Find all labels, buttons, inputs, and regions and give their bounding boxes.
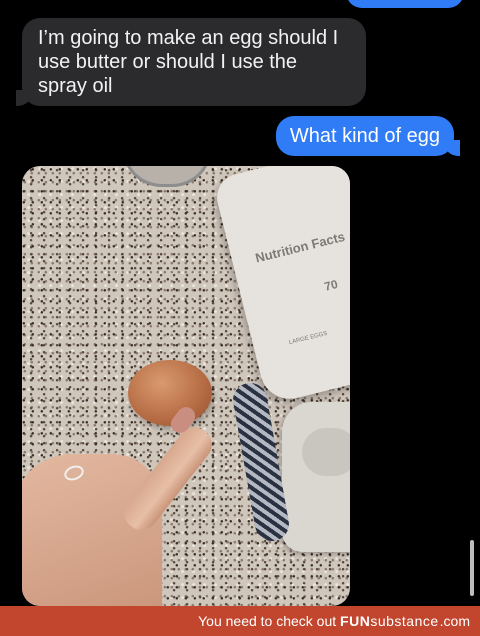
incoming-message-text: I’m going to make an egg should I use bu… <box>38 27 339 97</box>
attached-photo[interactable]: Nutrition Facts 70 LARGE EGGS <box>22 166 350 606</box>
outgoing-message-text: What kind of egg <box>289 125 440 147</box>
funsubstance-footer-bar[interactable]: You need to check out FUN substance .com <box>0 606 480 636</box>
footer-brand-fun: FUN <box>340 613 371 629</box>
outgoing-message-bubble[interactable]: What kind of egg <box>275 116 461 156</box>
footer-brand-com: .com <box>439 613 470 629</box>
brown-egg <box>128 360 212 426</box>
nutrition-calories: 70 <box>322 276 340 294</box>
incoming-message-bubble[interactable]: I’m going to make an egg should I use bu… <box>16 18 366 106</box>
scrollbar[interactable] <box>470 540 474 596</box>
sink-rim <box>122 166 212 187</box>
previous-outgoing-bubble <box>346 0 464 8</box>
footer-brand-substance: substance <box>370 613 439 629</box>
egg-carton-cup <box>302 428 350 476</box>
footer-text: You need to check out <box>198 613 337 629</box>
egg-carton-tray <box>282 402 350 552</box>
